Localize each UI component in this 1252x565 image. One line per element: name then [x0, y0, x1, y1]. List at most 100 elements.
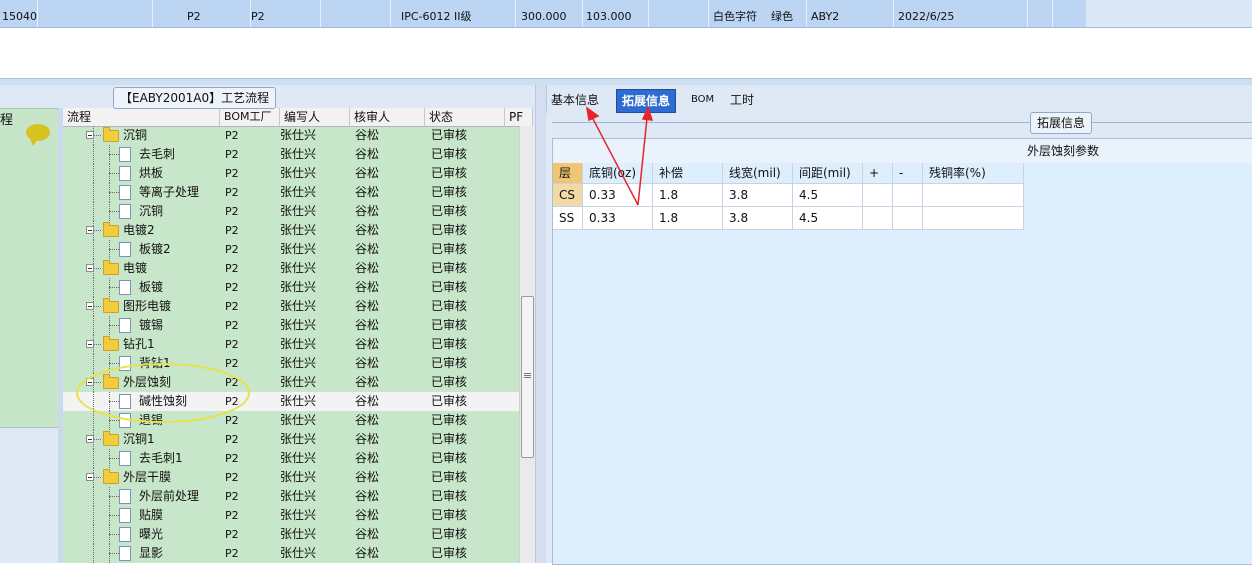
collapse-toggle-icon[interactable] — [86, 435, 94, 443]
author-cell: 张仕兴 — [280, 546, 317, 560]
folder-icon — [103, 260, 119, 275]
col-header-bom-factory[interactable]: BOM工厂 — [220, 108, 280, 126]
comment-bubble-icon[interactable] — [26, 124, 50, 146]
bom-factory-cell: P2 — [225, 281, 239, 294]
tab-bom[interactable]: BOM — [686, 89, 719, 111]
scrollbar-thumb[interactable] — [521, 296, 534, 458]
spacing-cell[interactable]: 4.5 — [793, 207, 863, 230]
col-header-spacing[interactable]: 间距(mil) — [793, 163, 863, 184]
collapse-toggle-icon[interactable] — [86, 226, 94, 234]
tree-row[interactable]: 显影 P2 张仕兴 谷松 已审核 — [63, 544, 533, 563]
collapse-toggle-icon[interactable] — [86, 302, 94, 310]
plus-cell[interactable] — [863, 207, 893, 230]
base-copper-cell[interactable]: 0.33 — [583, 184, 653, 207]
grip-icon — [524, 373, 531, 374]
collapse-toggle-icon[interactable] — [86, 131, 94, 139]
collapse-toggle-icon[interactable] — [86, 473, 94, 481]
author-cell: 张仕兴 — [280, 432, 317, 446]
tree-row[interactable]: 等离子处理 P2 张仕兴 谷松 已审核 — [63, 183, 533, 202]
document-icon — [119, 147, 131, 162]
line-width-cell[interactable]: 3.8 — [723, 184, 793, 207]
line-width-cell[interactable]: 3.8 — [723, 207, 793, 230]
col-separator — [893, 0, 894, 27]
tree-row[interactable]: 镀锡 P2 张仕兴 谷松 已审核 — [63, 316, 533, 335]
status-cell: 已审核 — [431, 318, 468, 332]
tree-row[interactable]: 板镀2 P2 张仕兴 谷松 已审核 — [63, 240, 533, 259]
col-header-line-width[interactable]: 线宽(mil) — [723, 163, 793, 184]
tree-row[interactable]: 沉铜1 P2 张仕兴 谷松 已审核 — [63, 430, 533, 449]
compensation-cell[interactable]: 1.8 — [653, 184, 723, 207]
reviewer-cell: 谷松 — [355, 470, 380, 484]
top-cell-value-a: 300.000 — [521, 10, 567, 23]
col-header-pf[interactable]: PF — [505, 108, 533, 126]
tree-connector — [93, 449, 94, 468]
tree-row[interactable]: 去毛刺1 P2 张仕兴 谷松 已审核 — [63, 449, 533, 468]
layer-cell[interactable]: SS — [553, 207, 583, 230]
minus-cell[interactable] — [893, 184, 923, 207]
collapse-toggle-icon[interactable] — [86, 264, 94, 272]
tree-row[interactable]: 沉铜 P2 张仕兴 谷松 已审核 — [63, 202, 533, 221]
spacing-cell[interactable]: 4.5 — [793, 184, 863, 207]
tree-connector — [93, 525, 94, 544]
col-header-layer[interactable]: 层 — [553, 163, 583, 184]
tree-row[interactable]: 图形电镀 P2 张仕兴 谷松 已审核 — [63, 297, 533, 316]
tree-connector — [109, 183, 110, 202]
col-header-minus[interactable]: - — [893, 163, 923, 184]
process-name: 板镀2 — [139, 242, 171, 256]
document-icon — [119, 318, 131, 333]
status-cell: 已审核 — [431, 299, 468, 313]
group-title: 外层蚀刻参数 — [1026, 144, 1099, 158]
base-copper-cell[interactable]: 0.33 — [583, 207, 653, 230]
process-name: 去毛刺 — [139, 147, 176, 161]
tree-connector — [93, 183, 94, 202]
folder-icon — [103, 222, 119, 237]
status-cell: 已审核 — [431, 185, 468, 199]
tree-row[interactable]: 外层干膜 P2 张仕兴 谷松 已审核 — [63, 468, 533, 487]
process-grid-header: 流程 BOM工厂 编写人 核审人 状态 PF — [63, 108, 533, 127]
tree-connector — [93, 506, 94, 525]
compensation-cell[interactable]: 1.8 — [653, 207, 723, 230]
tree-row[interactable]: 电镀 P2 张仕兴 谷松 已审核 — [63, 259, 533, 278]
bom-factory-cell: P2 — [225, 357, 239, 370]
col-header-residual-copper[interactable]: 残铜率(%) — [923, 163, 1024, 184]
tree-row[interactable]: 电镀2 P2 张仕兴 谷松 已审核 — [63, 221, 533, 240]
author-cell: 张仕兴 — [280, 223, 317, 237]
tree-row[interactable]: 去毛刺 P2 张仕兴 谷松 已审核 — [63, 145, 533, 164]
tree-row[interactable]: 烘板 P2 张仕兴 谷松 已审核 — [63, 164, 533, 183]
bom-factory-cell: P2 — [225, 528, 239, 541]
layer-cell[interactable]: CS — [553, 184, 583, 207]
top-grid-selected-row[interactable]: 15040 P2 P2 IPC-6012 II级 300.000 103.000… — [0, 0, 1252, 28]
tab-labor-hours[interactable]: 工时 — [725, 89, 759, 111]
residual-copper-cell[interactable] — [923, 184, 1024, 207]
left-side-panel: 程 — [0, 108, 59, 428]
reviewer-cell: 谷松 — [355, 413, 380, 427]
col-header-compensation[interactable]: 补偿 — [653, 163, 723, 184]
col-header-author[interactable]: 编写人 — [280, 108, 350, 126]
process-name: 沉铜1 — [123, 432, 155, 446]
tree-row[interactable]: 曝光 P2 张仕兴 谷松 已审核 — [63, 525, 533, 544]
col-header-reviewer[interactable]: 核审人 — [350, 108, 425, 126]
process-name: 等离子处理 — [139, 185, 200, 199]
document-icon — [119, 489, 131, 504]
plus-cell[interactable] — [863, 184, 893, 207]
col-header-status[interactable]: 状态 — [425, 108, 505, 126]
tree-connector — [109, 325, 119, 326]
tree-connector — [93, 544, 94, 563]
groupbox-border — [552, 122, 1252, 123]
tree-row[interactable]: 板镀 P2 张仕兴 谷松 已审核 — [63, 278, 533, 297]
tab-extended-info[interactable]: 拓展信息 — [616, 89, 677, 113]
col-header-base-copper[interactable]: 底铜(oz) — [583, 163, 653, 184]
collapse-toggle-icon[interactable] — [86, 340, 94, 348]
col-header-plus[interactable]: + — [863, 163, 893, 184]
col-header-process[interactable]: 流程 — [63, 108, 220, 126]
residual-copper-cell[interactable] — [923, 207, 1024, 230]
tree-row[interactable]: 钻孔1 P2 张仕兴 谷松 已审核 — [63, 335, 533, 354]
tree-row[interactable]: 沉铜 P2 张仕兴 谷松 已审核 — [63, 126, 533, 145]
folder-icon — [103, 298, 119, 313]
tree-row[interactable]: 外层前处理 P2 张仕兴 谷松 已审核 — [63, 487, 533, 506]
tree-row[interactable]: 贴膜 P2 张仕兴 谷松 已审核 — [63, 506, 533, 525]
tab-basic-info[interactable]: 基本信息 — [546, 89, 604, 111]
tree-connector — [109, 287, 119, 288]
minus-cell[interactable] — [893, 207, 923, 230]
tree-connector — [93, 202, 94, 221]
